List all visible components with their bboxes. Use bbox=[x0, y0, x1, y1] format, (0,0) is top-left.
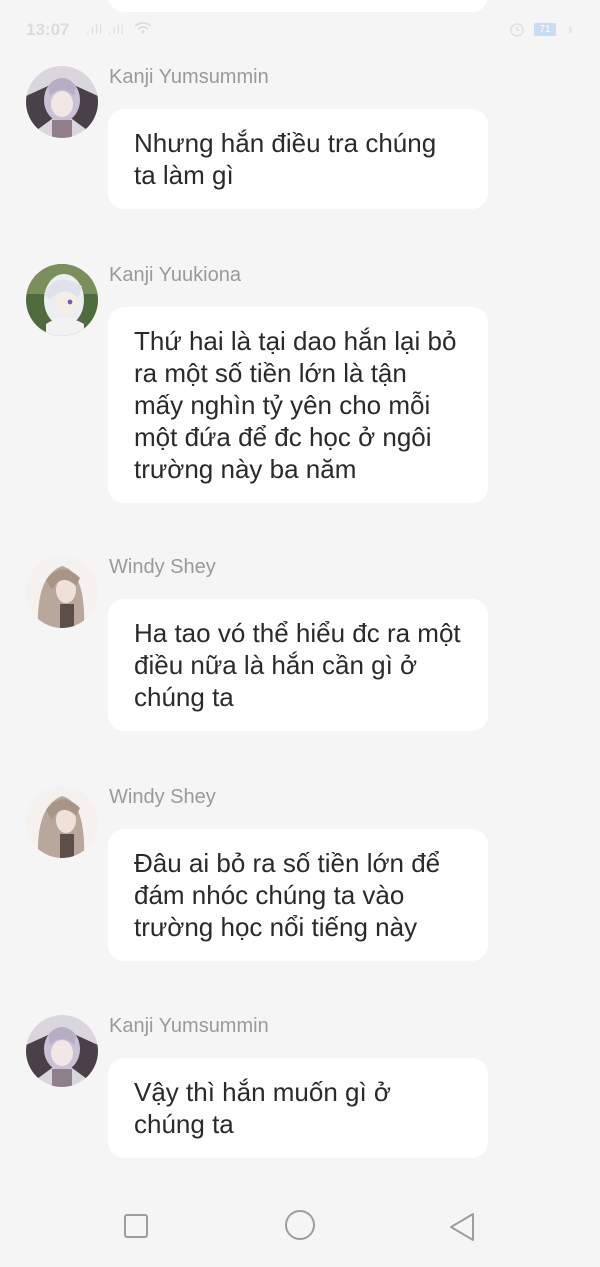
circle-icon[interactable] bbox=[284, 1209, 316, 1241]
sender-name: Windy Shey bbox=[109, 556, 216, 578]
message-text: Thứ hai là tại dao hắn lại bỏ ra một số … bbox=[134, 326, 457, 484]
message-bubble[interactable]: Vậy thì hắn muốn gì ở chúng ta bbox=[108, 1058, 488, 1158]
wifi-icon bbox=[134, 22, 152, 34]
message-bubble[interactable]: Nhưng hắn điều tra chúng ta làm gì bbox=[108, 109, 488, 209]
battery-icon: 71 bbox=[534, 23, 556, 36]
signal-icon: .ıll .ıll bbox=[86, 22, 125, 37]
battery-tip bbox=[569, 27, 572, 33]
avatar-image bbox=[26, 786, 98, 858]
sender-name: Windy Shey bbox=[109, 786, 216, 808]
avatar-image bbox=[26, 264, 98, 336]
message-bubble[interactable]: Đâu ai bỏ ra số tiền lớn để đám nhóc chú… bbox=[108, 829, 488, 961]
message-text: Đâu ai bỏ ra số tiền lớn để đám nhóc chú… bbox=[134, 848, 441, 942]
avatar[interactable] bbox=[26, 1015, 98, 1087]
message-bubble[interactable]: Thứ hai là tại dao hắn lại bỏ ra một số … bbox=[108, 307, 488, 503]
message-bubble[interactable]: Ha tao vó thể hiểu đc ra một điều nữa là… bbox=[108, 599, 488, 731]
sender-name: Kanji Yuukiona bbox=[109, 264, 241, 286]
sender-name: Kanji Yumsummin bbox=[109, 66, 269, 88]
avatar[interactable] bbox=[26, 66, 98, 138]
message-text: Ha tao vó thể hiểu đc ra một điều nữa là… bbox=[134, 618, 461, 712]
status-bar: 13:07 .ıll .ıll 71 bbox=[0, 0, 600, 60]
avatar-image bbox=[26, 1015, 98, 1087]
message-text: Nhưng hắn điều tra chúng ta làm gì bbox=[134, 128, 437, 190]
avatar[interactable] bbox=[26, 786, 98, 858]
alarm-icon bbox=[510, 23, 524, 37]
avatar[interactable] bbox=[26, 556, 98, 628]
avatar-image bbox=[26, 66, 98, 138]
chat-screen: 13:07 .ıll .ıll 71 Kanji Yumsummin Nhưng… bbox=[0, 0, 600, 1267]
avatar-image bbox=[26, 556, 98, 628]
square-icon[interactable] bbox=[122, 1212, 150, 1240]
status-time: 13:07 bbox=[26, 20, 70, 39]
sender-name: Kanji Yumsummin bbox=[109, 1015, 269, 1037]
avatar[interactable] bbox=[26, 264, 98, 336]
navigation-bar bbox=[0, 1190, 600, 1267]
triangle-back-icon[interactable] bbox=[448, 1212, 476, 1242]
message-text: Vậy thì hắn muốn gì ở chúng ta bbox=[134, 1077, 391, 1139]
